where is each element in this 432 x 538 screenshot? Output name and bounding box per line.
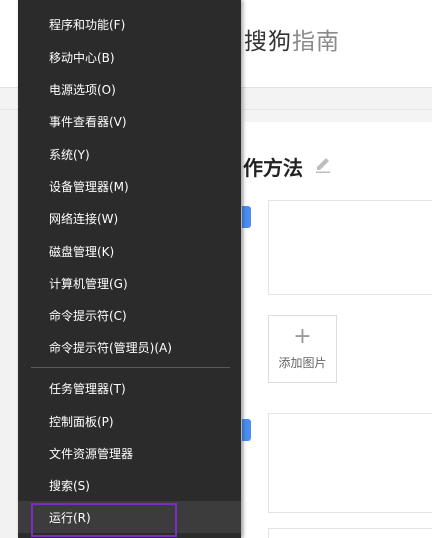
pencil-edit-icon[interactable]	[314, 153, 332, 173]
winx-context-menu: 程序和功能(F) 移动中心(B) 电源选项(O) 事件查看器(V) 系统(Y) …	[18, 0, 241, 538]
menu-item-control-panel[interactable]: 控制面板(P)	[18, 405, 241, 437]
menu-item-label: 计算机管理(G)	[49, 276, 128, 291]
menu-item-label: 运行(R)	[49, 510, 91, 525]
menu-item-mobility-center[interactable]: 移动中心(B)	[18, 41, 241, 73]
menu-item-run[interactable]: 运行(R)	[18, 501, 241, 537]
menu-item-label: 网络连接(W)	[49, 211, 119, 226]
step-number-tab-1	[242, 206, 251, 228]
menu-item-label: 事件查看器(V)	[49, 114, 127, 129]
site-logo[interactable]: 搜狗指南	[244, 22, 340, 56]
menu-divider	[31, 367, 230, 368]
menu-item-label: 控制面板(P)	[49, 414, 114, 429]
menu-item-event-viewer[interactable]: 事件查看器(V)	[18, 105, 241, 137]
step-text-editor-3[interactable]	[268, 528, 432, 538]
section-title: 作方法	[243, 156, 303, 180]
menu-item-computer-management[interactable]: 计算机管理(G)	[18, 267, 241, 299]
menu-item-label: 命令提示符(管理员)(A)	[49, 340, 172, 355]
menu-item-command-prompt[interactable]: 命令提示符(C)	[18, 299, 241, 331]
menu-item-label: 程序和功能(F)	[49, 17, 126, 32]
plus-icon: +	[293, 324, 312, 349]
step-number-tab-2	[242, 419, 251, 441]
menu-item-file-explorer[interactable]: 文件资源管理器	[18, 437, 241, 469]
add-image-button[interactable]: + 添加图片	[268, 315, 337, 383]
menu-item-task-manager[interactable]: 任务管理器(T)	[18, 372, 241, 404]
add-image-label: 添加图片	[278, 356, 327, 370]
menu-item-command-prompt-admin[interactable]: 命令提示符(管理员)(A)	[18, 331, 241, 363]
menu-item-system[interactable]: 系统(Y)	[18, 138, 241, 170]
menu-item-label: 命令提示符(C)	[49, 308, 127, 323]
step-text-editor-2[interactable]	[268, 413, 432, 513]
menu-item-device-manager[interactable]: 设备管理器(M)	[18, 170, 241, 202]
step-text-editor-1[interactable]	[268, 200, 432, 295]
menu-item-label: 文件资源管理器	[49, 446, 134, 461]
logo-brand: 搜狗	[244, 29, 292, 55]
menu-item-disk-management[interactable]: 磁盘管理(K)	[18, 235, 241, 267]
menu-item-label: 移动中心(B)	[49, 50, 115, 65]
menu-item-label: 设备管理器(M)	[49, 179, 129, 194]
menu-item-label: 搜索(S)	[49, 478, 90, 493]
menu-item-power-options[interactable]: 电源选项(O)	[18, 73, 241, 105]
menu-item-label: 电源选项(O)	[49, 82, 116, 97]
menu-item-network-connections[interactable]: 网络连接(W)	[18, 202, 241, 234]
menu-item-label: 系统(Y)	[49, 147, 90, 162]
logo-sub: 指南	[292, 29, 340, 55]
menu-item-label: 磁盘管理(K)	[49, 244, 115, 259]
menu-item-search[interactable]: 搜索(S)	[18, 469, 241, 501]
menu-item-label: 任务管理器(T)	[49, 381, 126, 396]
menu-item-programs-features[interactable]: 程序和功能(F)	[18, 8, 241, 40]
